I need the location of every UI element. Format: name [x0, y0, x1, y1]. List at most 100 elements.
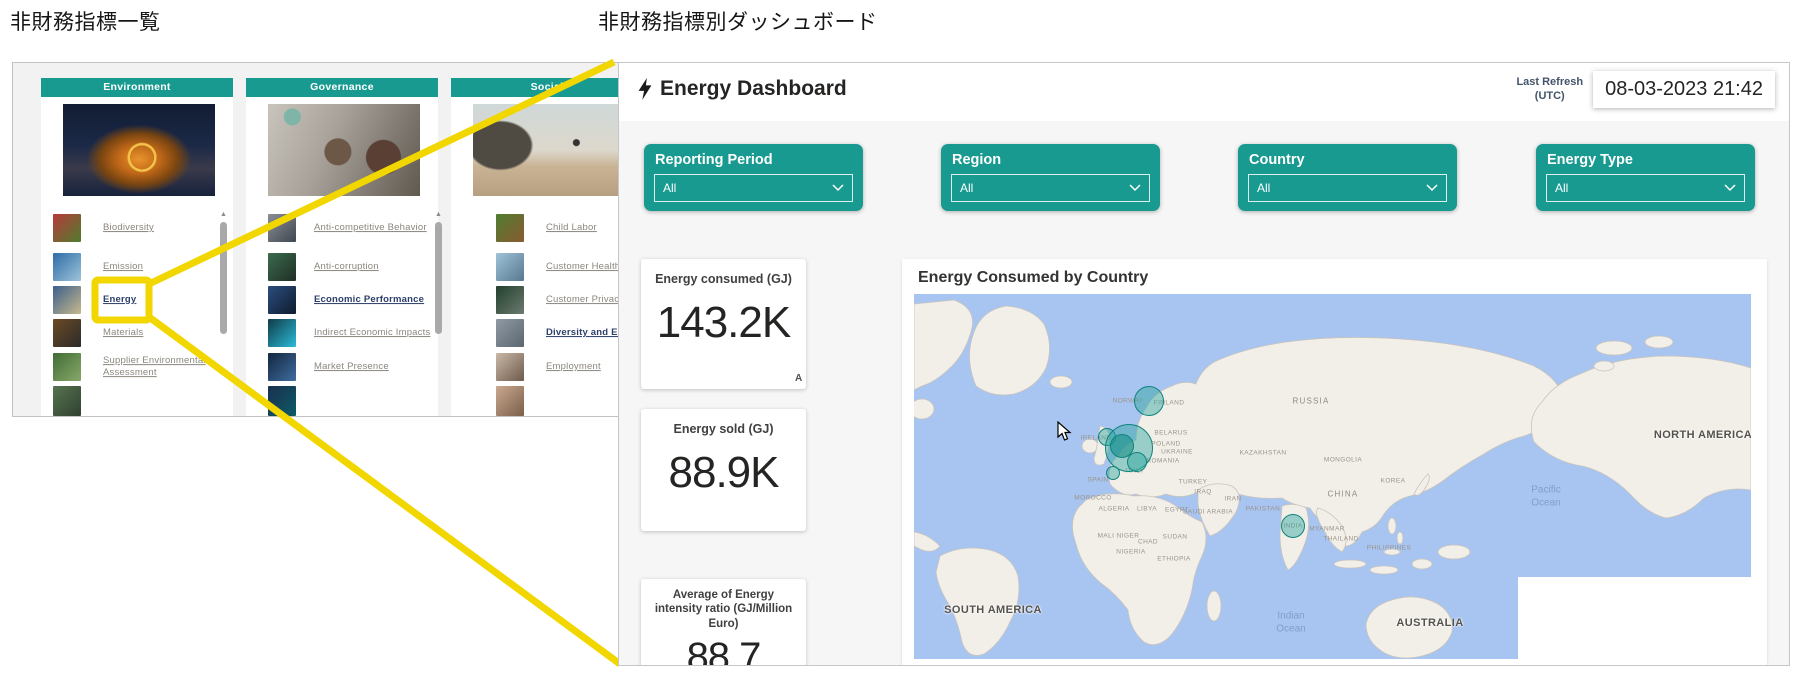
- catalog-item-list: Biodiversity Emission Energy Materials S…: [41, 78, 233, 416]
- last-refresh-label: Last Refresh (UTC): [1516, 76, 1583, 104]
- catalog-item-thumbnail: [268, 214, 296, 242]
- kpi-value: 143.2K: [641, 298, 806, 348]
- last-refresh-value: 08-03-2023 21:42: [1593, 71, 1775, 108]
- scrollbar-thumb[interactable]: [435, 222, 442, 334]
- map-data-bubble[interactable]: [1127, 452, 1147, 472]
- catalog-item-thumbnail: [268, 353, 296, 381]
- catalog-item-link[interactable]: Customer Privacy: [546, 294, 619, 306]
- catalog-item-list: Child Labor Customer Health and Safety C…: [451, 78, 619, 416]
- catalog-page-title: 非財務指標一覧: [10, 6, 161, 36]
- catalog-item-thumbnail: [496, 214, 524, 242]
- catalog-item: Economic Performance: [246, 286, 438, 314]
- filter-card: Region All: [941, 144, 1160, 211]
- scrollbar-up-icon[interactable]: ▲: [219, 211, 228, 219]
- catalog-item-link[interactable]: Anti-corruption: [314, 261, 379, 273]
- catalog-item-link[interactable]: Child Labor: [546, 222, 597, 234]
- indicator-catalog-panel: Environment Biodiversity Emission Energy…: [12, 62, 619, 417]
- scrollbar-thumb[interactable]: [220, 222, 227, 334]
- catalog-column-governance: Governance Anti-competitive Behavior Ant…: [246, 78, 438, 416]
- scrollbar-governance[interactable]: ▲: [434, 211, 443, 371]
- catalog-item-thumbnail: [53, 386, 81, 416]
- last-refresh-label-line2: (UTC): [1516, 90, 1583, 104]
- last-refresh-label-line1: Last Refresh: [1516, 76, 1583, 90]
- filter-label: Reporting Period: [655, 152, 863, 168]
- catalog-item-thumbnail: [496, 286, 524, 314]
- catalog-item: Indirect Economic Impacts: [246, 319, 438, 347]
- catalog-item: Diversity and Equal Opportunity: [451, 319, 619, 347]
- catalog-item-link[interactable]: Diversity and Equal Opportunity: [546, 327, 619, 339]
- catalog-item-link[interactable]: Energy: [103, 294, 136, 306]
- catalog-item-link[interactable]: Supplier Environmental Assessment: [103, 355, 221, 379]
- energy-dashboard-panel: Energy Dashboard Last Refresh (UTC) 08-0…: [618, 62, 1790, 666]
- catalog-item-thumbnail: [53, 253, 81, 281]
- catalog-item: Materials: [41, 319, 233, 347]
- catalog-item-thumbnail: [53, 319, 81, 347]
- filter-dropdown[interactable]: All: [654, 174, 853, 202]
- catalog-item-thumbnail: [496, 319, 524, 347]
- scrollbar-up-icon[interactable]: ▲: [434, 211, 443, 219]
- catalog-item-thumbnail: [268, 386, 296, 416]
- catalog-item: Supplier Environmental Assessment: [41, 353, 233, 381]
- filter-dropdown[interactable]: All: [1546, 174, 1745, 202]
- catalog-item-thumbnail: [496, 386, 524, 416]
- filter-card: Reporting Period All: [644, 144, 863, 211]
- catalog-item: Anti-corruption: [246, 253, 438, 281]
- filter-selected-value: All: [663, 181, 676, 195]
- filter-label: Country: [1249, 152, 1457, 168]
- catalog-item-link[interactable]: Materials: [103, 327, 143, 339]
- catalog-item: Anti-competitive Behavior: [246, 214, 438, 242]
- catalog-item-link[interactable]: Anti-competitive Behavior: [314, 222, 427, 234]
- map-data-bubble[interactable]: [1106, 466, 1120, 480]
- filter-dropdown[interactable]: All: [1248, 174, 1447, 202]
- filter-selected-value: All: [1257, 181, 1270, 195]
- dashboard-title-text: Energy Dashboard: [660, 77, 847, 101]
- catalog-item: Energy: [41, 286, 233, 314]
- catalog-item: Child Labor: [451, 214, 619, 242]
- catalog-item-list: Anti-competitive Behavior Anti-corruptio…: [246, 78, 438, 416]
- catalog-column-environment: Environment Biodiversity Emission Energy…: [41, 78, 233, 416]
- catalog-item: Customer Privacy: [451, 286, 619, 314]
- catalog-item-link[interactable]: Indirect Economic Impacts: [314, 327, 430, 339]
- catalog-item-thumbnail: [496, 353, 524, 381]
- kpi-card: Energy consumed (GJ) 143.2K: [641, 259, 806, 389]
- kpi-label: Energy consumed (GJ): [641, 259, 806, 288]
- scrollbar-environment[interactable]: ▲: [219, 211, 228, 371]
- kpi-card: Energy sold (GJ) 88.9K: [641, 409, 806, 531]
- map-white-overlay: [1518, 577, 1751, 659]
- catalog-item: Emission: [41, 253, 233, 281]
- map-data-bubble[interactable]: [1134, 386, 1164, 416]
- catalog-item-link[interactable]: Customer Health and Safety: [546, 261, 619, 273]
- catalog-item: Market Presence: [246, 353, 438, 381]
- catalog-item: Biodiversity: [41, 214, 233, 242]
- filter-card: Country All: [1238, 144, 1457, 211]
- filter-selected-value: All: [960, 181, 973, 195]
- kpi-label: Energy sold (GJ): [641, 409, 806, 438]
- catalog-item-thumbnail: [53, 214, 81, 242]
- catalog-item-thumbnail: [268, 319, 296, 347]
- catalog-column-social: Social Child Labor Customer Health and S…: [451, 78, 619, 416]
- chevron-down-icon: [832, 184, 844, 192]
- map-title: Energy Consumed by Country: [918, 269, 1148, 287]
- map-card: Energy Consumed by Country: [902, 259, 1767, 665]
- kpi-card: Average of Energy intensity ratio (GJ/Mi…: [641, 579, 806, 666]
- catalog-item-link[interactable]: Economic Performance: [314, 294, 424, 306]
- catalog-item-thumbnail: [496, 253, 524, 281]
- catalog-item-link[interactable]: Market Presence: [314, 361, 389, 373]
- catalog-item-link[interactable]: Biodiversity: [103, 222, 154, 234]
- catalog-item: Employment: [451, 353, 619, 381]
- last-refresh: Last Refresh (UTC) 08-03-2023 21:42: [1516, 71, 1775, 108]
- catalog-item-link[interactable]: Employment: [546, 361, 601, 373]
- catalog-item: Customer Health and Safety: [451, 253, 619, 281]
- catalog-item-link[interactable]: Emission: [103, 261, 143, 273]
- kpi-value: 88.9K: [641, 448, 806, 498]
- dashboard-page-title: 非財務指標別ダッシュボード: [598, 6, 878, 36]
- chevron-down-icon: [1426, 184, 1438, 192]
- dashboard-title: Energy Dashboard: [637, 77, 847, 101]
- map-data-bubble[interactable]: [1281, 514, 1305, 538]
- mouse-cursor-icon: [1057, 421, 1072, 442]
- filter-label: Energy Type: [1547, 152, 1755, 168]
- catalog-item-thumbnail: [53, 286, 81, 314]
- world-map[interactable]: RUSSIAKAZAKHSTANMONGOLIACHINAPAKISTANIND…: [914, 294, 1751, 659]
- filter-card: Energy Type All: [1536, 144, 1755, 211]
- filter-dropdown[interactable]: All: [951, 174, 1150, 202]
